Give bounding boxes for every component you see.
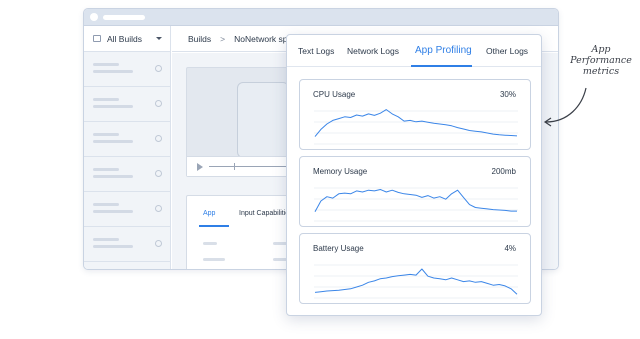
sidebar-item[interactable] (84, 157, 170, 192)
info-icon (155, 240, 162, 247)
sidebar-item[interactable] (84, 52, 170, 87)
memory-usage-card: Memory Usage 200mb (299, 156, 531, 227)
active-tab-underline (199, 225, 229, 227)
metric-value: 4% (504, 244, 516, 253)
annotation-arrow-icon (543, 87, 587, 127)
info-icon (155, 205, 162, 212)
metric-title: Memory Usage (313, 167, 368, 176)
info-icon (155, 170, 162, 177)
sidebar-item[interactable] (84, 192, 170, 227)
annotation-line: Performance (570, 55, 632, 66)
breadcrumb-separator: > (220, 33, 226, 44)
breadcrumb-current: NoNetwork sp (234, 33, 288, 44)
annotation-line: metrics (582, 66, 620, 77)
cpu-usage-card: CPU Usage 30% (299, 79, 531, 150)
battery-usage-chart (314, 264, 518, 299)
folder-icon (93, 35, 101, 42)
logs-tabs: Text Logs Network Logs App Profiling Oth… (287, 35, 541, 67)
annotation-line: App (591, 44, 611, 55)
play-icon[interactable] (197, 163, 203, 171)
info-icon (155, 135, 162, 142)
builds-dropdown[interactable]: All Builds (84, 26, 170, 52)
metric-value: 200mb (491, 167, 516, 176)
window-dot-icon (90, 13, 98, 21)
breadcrumb-root[interactable]: Builds (188, 34, 211, 44)
metric-title: CPU Usage (313, 90, 356, 99)
info-icon (155, 100, 162, 107)
builds-dropdown-label: All Builds (107, 33, 142, 44)
tab-app[interactable]: App (203, 210, 215, 217)
tab-network-logs[interactable]: Network Logs (347, 46, 399, 56)
tab-other-logs[interactable]: Other Logs (486, 46, 528, 56)
sidebar: All Builds (84, 26, 171, 269)
series-line (314, 189, 517, 213)
window-titlebar (84, 9, 558, 26)
titlebar-placeholder (103, 15, 145, 20)
sidebar-item[interactable] (84, 122, 170, 157)
info-icon (155, 65, 162, 72)
metric-value: 30% (499, 90, 516, 99)
logs-panel: Text Logs Network Logs App Profiling Oth… (286, 34, 542, 316)
metric-title: Battery Usage (313, 244, 364, 253)
tab-input-capabilities[interactable]: Input Capabilities (239, 210, 293, 217)
annotation-text: App Performance metrics (566, 44, 636, 77)
placeholder-line (273, 258, 287, 261)
placeholder-line (273, 242, 287, 245)
device-frame (237, 82, 289, 158)
video-scrubber[interactable] (209, 166, 295, 167)
placeholder-line (203, 242, 217, 245)
battery-usage-card: Battery Usage 4% (299, 233, 531, 304)
scrubber-handle[interactable] (234, 163, 235, 170)
sidebar-item[interactable] (84, 87, 170, 122)
tab-text-logs[interactable]: Text Logs (298, 46, 334, 56)
sidebar-item[interactable] (84, 227, 170, 262)
placeholder-line (203, 258, 225, 261)
caret-down-icon (156, 37, 162, 40)
active-tab-underline (411, 65, 472, 67)
series-line (314, 268, 518, 295)
tab-app-profiling[interactable]: App Profiling (415, 45, 472, 56)
memory-usage-chart (314, 187, 518, 222)
cpu-usage-chart (314, 109, 518, 145)
